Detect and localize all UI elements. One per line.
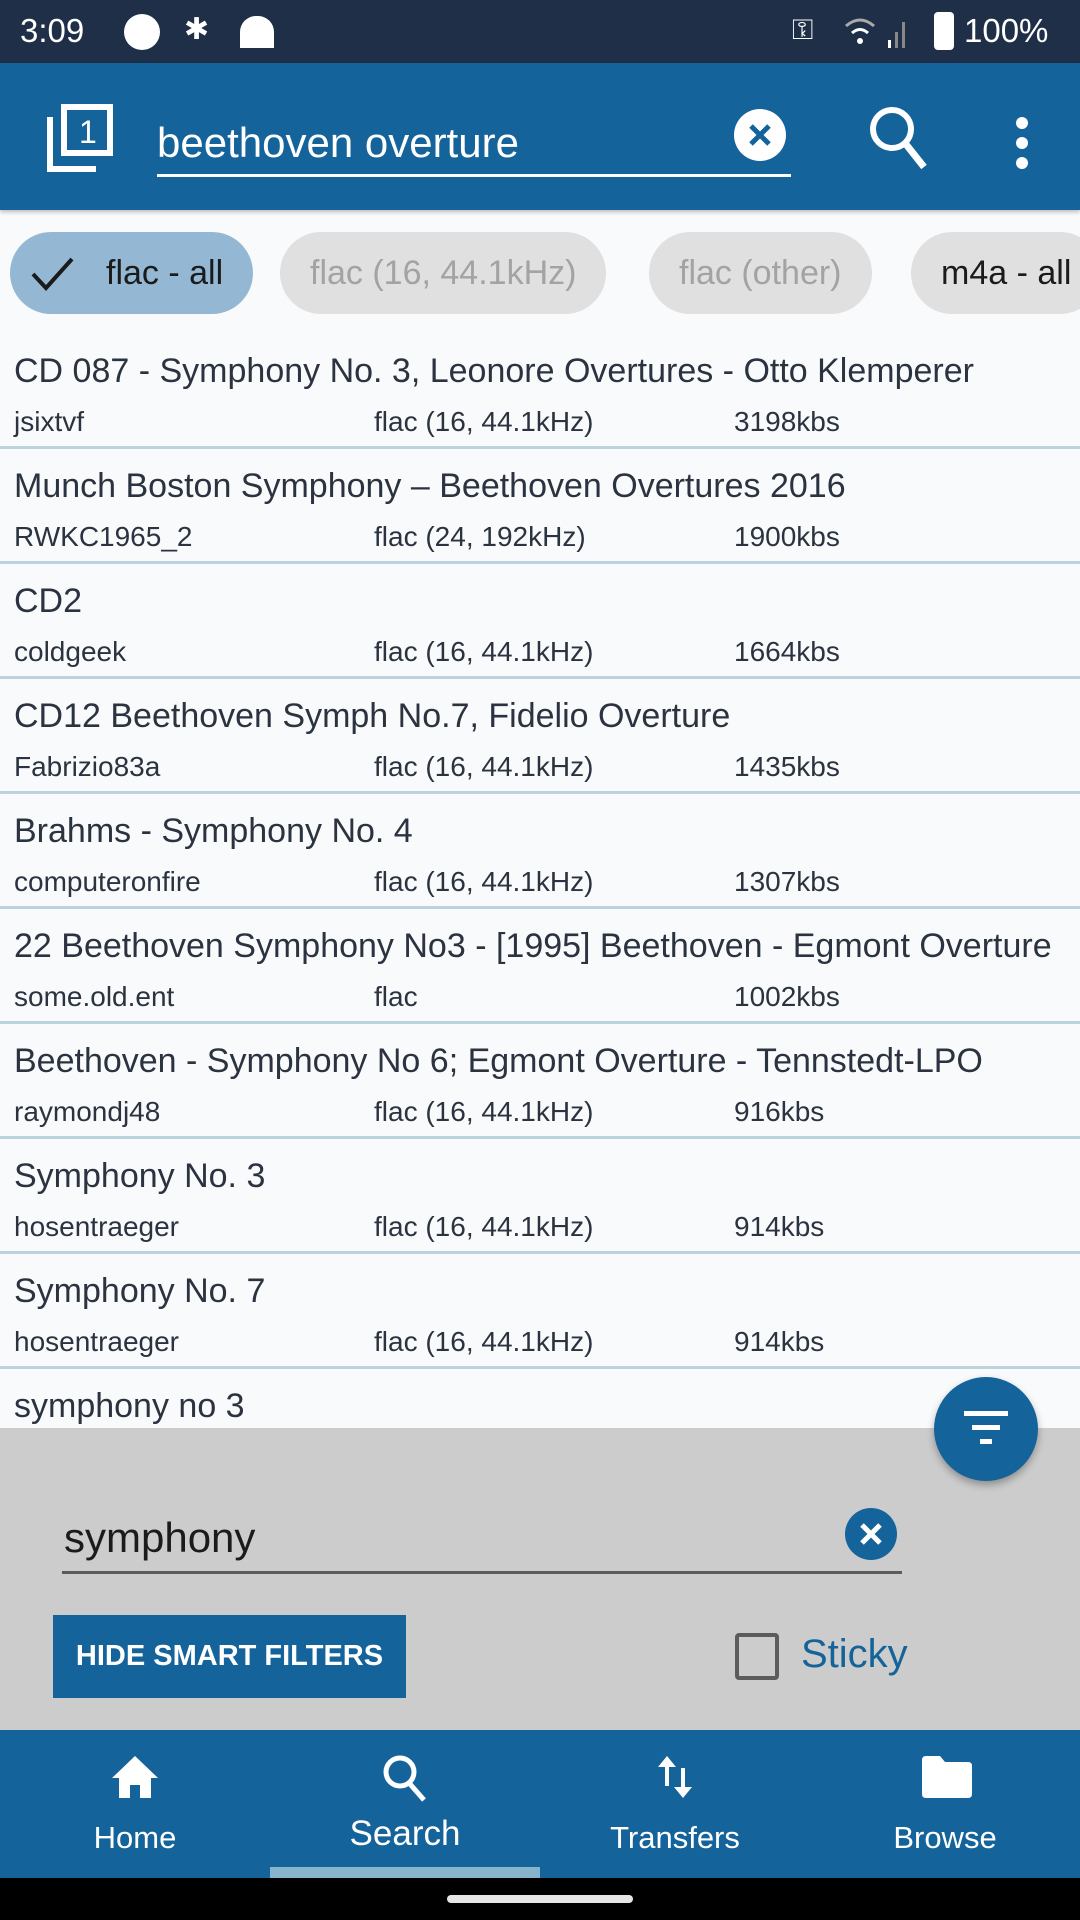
result-row[interactable]: 22 Beethoven Symphony No3 - [1995] Beeth… [0,909,1080,1024]
battery-level: 100% [964,12,1049,49]
result-bitrate: 1307kbs [734,866,840,897]
result-format: flac (16, 44.1kHz) [374,1096,594,1127]
status-bar: 3:09 ✱ ⚿ 100% [0,0,1080,63]
chip-flac-all[interactable]: flac - all [10,232,254,314]
result-title: 22 Beethoven Symphony No3 - [1995] Beeth… [14,927,1052,965]
result-row[interactable]: CD2 coldgeek flac (16, 44.1kHz) 1664kbs [0,564,1080,679]
active-tab-indicator [270,1867,540,1878]
result-title: symphony no 3 [14,1387,245,1425]
chip-m4a-all[interactable]: m4a - all [911,232,1080,314]
result-format: flac (16, 44.1kHz) [374,636,594,667]
home-icon [112,1756,158,1798]
result-title: CD2 [14,582,83,620]
result-user: some.old.ent [14,981,175,1012]
clear-filter-icon[interactable] [844,1507,898,1561]
result-user: coldgeek [14,636,127,667]
app-notification-icon [240,16,274,48]
notification-icon [124,14,160,50]
nav-home[interactable]: Home [0,1730,270,1878]
result-row[interactable]: CD 087 - Symphony No. 3, Leonore Overtur… [0,334,1080,449]
result-user: hosentraeger [14,1211,180,1242]
search-query[interactable]: beethoven overture [157,119,519,167]
nav-transfers[interactable]: Transfers [540,1730,810,1878]
chip-flac-other[interactable]: flac (other) [649,232,872,314]
settings-icon: ✱ [184,13,210,46]
nav-label: Transfers [610,1820,740,1855]
result-bitrate: 914kbs [734,1211,825,1242]
chip-label: m4a - all [941,254,1072,292]
transfers-icon [658,1756,692,1798]
filter-input[interactable]: symphony [62,1506,902,1574]
check-icon [31,257,74,291]
sticky-checkbox[interactable] [735,1633,779,1680]
chip-flac-16-44[interactable]: flac (16, 44.1kHz) [280,232,607,314]
result-user: jsixtvf [14,406,84,437]
result-title: Symphony No. 7 [14,1272,266,1310]
result-user: computeronfire [14,866,201,897]
nav-label: Home [93,1820,177,1855]
result-user: hosentraeger [14,1326,180,1357]
app-bar: 1 beethoven overture [0,63,1080,210]
hide-smart-filters-button[interactable]: HIDE SMART FILTERS [53,1615,406,1698]
result-bitrate: 3198kbs [734,406,840,437]
result-title: CD12 Beethoven Symph No.7, Fidelio Overt… [14,697,731,735]
result-row[interactable]: CD12 Beethoven Symph No.7, Fidelio Overt… [0,679,1080,794]
result-format: flac (24, 192kHz) [374,521,586,552]
result-row[interactable]: Symphony No. 7 hosentraeger flac (16, 44… [0,1254,1080,1369]
result-format: flac (16, 44.1kHz) [374,866,594,897]
battery-icon [934,12,954,50]
result-format: flac (16, 44.1kHz) [374,1326,594,1357]
filter-fab[interactable] [934,1377,1038,1481]
result-row[interactable]: Symphony No. 3 hosentraeger flac (16, 44… [0,1139,1080,1254]
search-icon[interactable] [866,103,932,173]
wifi-signal-icon [845,18,905,48]
result-bitrate: 1664kbs [734,636,840,667]
bottom-nav: Home Search Transfers Browse [0,1730,1080,1878]
result-title: Symphony No. 3 [14,1157,266,1195]
result-title: CD 087 - Symphony No. 3, Leonore Overtur… [14,352,974,390]
result-row[interactable]: Munch Boston Symphony – Beethoven Overtu… [0,449,1080,564]
nav-label: Search [349,1814,461,1853]
search-icon [383,1755,426,1802]
chip-label: flac (16, 44.1kHz) [310,254,577,292]
clear-search-icon[interactable] [733,108,787,162]
smart-filter-panel: symphony HIDE SMART FILTERS Sticky [0,1428,1080,1730]
nav-label: Browse [893,1820,997,1855]
folder-icon [922,1756,972,1798]
result-user: Fabrizio83a [14,751,161,782]
result-format: flac (16, 44.1kHz) [374,406,594,437]
vpn-key-icon: ⚿ [792,14,814,45]
clock: 3:09 [20,12,85,49]
result-row[interactable]: Brahms - Symphony No. 4 computeronfire f… [0,794,1080,909]
result-title: Brahms - Symphony No. 4 [14,812,413,850]
result-user: RWKC1965_2 [14,521,193,552]
svg-text:1: 1 [79,114,97,150]
result-bitrate: 916kbs [734,1096,825,1127]
result-row[interactable]: Beethoven - Symphony No 6; Egmont Overtu… [0,1024,1080,1139]
result-format: flac [374,981,418,1012]
sticky-label[interactable]: Sticky [801,1632,908,1677]
chip-label: flac (other) [679,254,842,292]
filter-list-icon [964,1411,1008,1444]
result-format: flac (16, 44.1kHz) [374,1211,594,1242]
chip-label: flac - all [106,254,224,292]
more-options-icon[interactable] [1010,115,1034,179]
result-title: Munch Boston Symphony – Beethoven Overtu… [14,467,846,505]
tabs-icon[interactable]: 1 [46,103,116,173]
system-nav-bar [0,1878,1080,1920]
result-bitrate: 1435kbs [734,751,840,782]
nav-browse[interactable]: Browse [810,1730,1080,1878]
result-format: flac (16, 44.1kHz) [374,751,594,782]
filter-text[interactable]: symphony [64,1514,255,1562]
result-bitrate: 1900kbs [734,521,840,552]
result-user: raymondj48 [14,1096,161,1127]
result-bitrate: 1002kbs [734,981,840,1012]
home-gesture-handle[interactable] [447,1895,633,1903]
result-bitrate: 914kbs [734,1326,825,1357]
nav-search[interactable]: Search [270,1730,540,1878]
result-title: Beethoven - Symphony No 6; Egmont Overtu… [14,1042,983,1080]
search-input[interactable]: beethoven overture [157,113,791,177]
